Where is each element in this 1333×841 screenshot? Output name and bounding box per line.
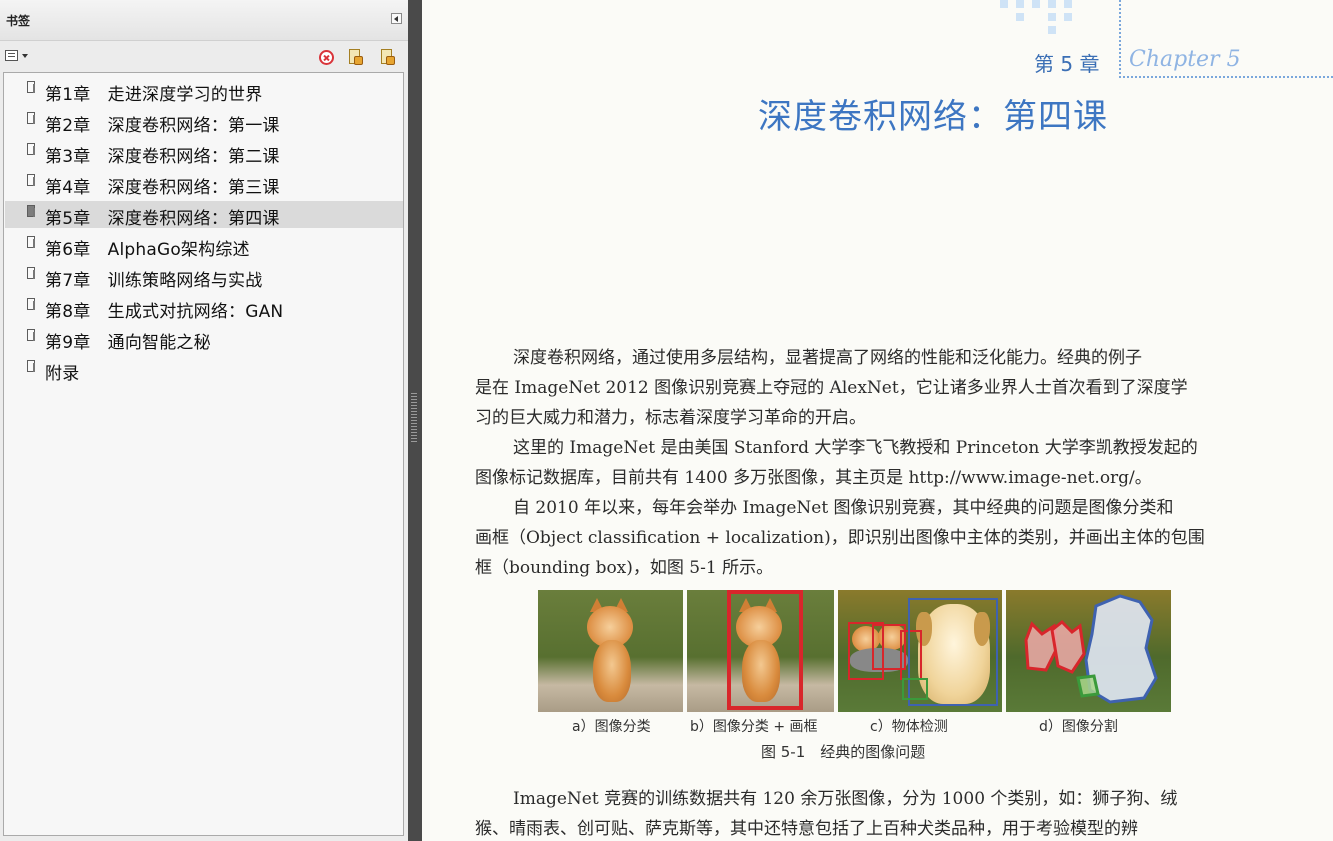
bookmark-label: 第9章 通向智能之秘 — [45, 333, 211, 353]
bookmark-item[interactable]: 第2章 深度卷积网络：第一课 — [5, 108, 403, 136]
bookmark-item[interactable]: 第9章 通向智能之秘 — [5, 325, 403, 353]
decoration-square — [1016, 0, 1024, 8]
figure-caption: b）图像分类 + 画框 — [690, 719, 818, 735]
paragraph-line: 框（bounding box)，如图 5-1 所示。 — [475, 558, 774, 578]
bookmark-item[interactable]: 附录 — [5, 356, 403, 384]
chapter-number: 第 5 章 — [1034, 52, 1100, 76]
bookmark-toolbar — [0, 44, 408, 70]
bookmark-icon — [27, 360, 38, 375]
decoration-square — [1016, 13, 1024, 21]
paragraph-line: 图像标记数据库，目前共有 1400 多万张图像，其主页是 http://www.… — [475, 468, 1152, 488]
expand-bookmark-icon[interactable] — [347, 49, 363, 66]
bookmark-label: 第6章 AlphaGo架构综述 — [45, 240, 250, 260]
chapter-english: Chapter 5 — [1129, 47, 1241, 72]
options-menu-icon[interactable] — [5, 49, 29, 63]
decoration-square — [1032, 0, 1040, 8]
splitter-grip-icon[interactable] — [411, 393, 417, 443]
paragraph-line: 深度卷积网络，通过使用多层结构，显著提高了网络的性能和泛化能力。经典的例子 — [513, 348, 1142, 368]
paragraph-line: 自 2010 年以来，每年会举办 ImageNet 图像识别竞赛，其中经典的问题… — [513, 498, 1174, 518]
decoration-square — [1048, 26, 1056, 34]
bounding-box — [727, 590, 803, 710]
paragraph-line: 习的巨大威力和潜力，标志着深度学习革命的开启。 — [475, 408, 866, 428]
new-bookmark-icon[interactable] — [379, 49, 395, 66]
decoration-square — [1064, 13, 1072, 21]
paragraph-line: 是在 ImageNet 2012 图像识别竞赛上夺冠的 AlexNet，它让诸多… — [475, 378, 1188, 398]
figure-image-classification — [538, 590, 683, 712]
figure-classification-box — [687, 590, 834, 712]
bookmark-label: 第5章 深度卷积网络：第四课 — [45, 209, 280, 229]
bookmark-icon — [27, 112, 38, 127]
dotted-frame-vertical — [1119, 0, 1121, 78]
bookmark-label: 第3章 深度卷积网络：第二课 — [45, 147, 280, 167]
collapse-panel-icon[interactable] — [391, 13, 402, 24]
bookmark-icon — [27, 174, 38, 189]
bookmark-label: 第8章 生成式对抗网络：GAN — [45, 302, 284, 322]
panel-splitter[interactable] — [408, 0, 422, 841]
panel-header: 书签 — [0, 0, 408, 41]
panel-title: 书签 — [6, 14, 31, 28]
figure-title: 图 5-1 经典的图像问题 — [761, 743, 926, 761]
paragraph-line: 这里的 ImageNet 是由美国 Stanford 大学李飞飞教授和 Prin… — [513, 438, 1198, 458]
bookmark-label: 附录 — [45, 364, 80, 384]
bookmark-item[interactable]: 第1章 走进深度学习的世界 — [5, 77, 403, 105]
document-page: 第 5 章 Chapter 5 深度卷积网络：第四课 深度卷积网络，通过使用多层… — [422, 0, 1333, 841]
bookmark-icon — [27, 236, 38, 251]
decoration-square — [1048, 0, 1056, 8]
bookmark-item-selected[interactable]: 第5章 深度卷积网络：第四课 — [5, 201, 403, 229]
figure-segmentation — [1006, 590, 1171, 712]
bookmark-icon — [27, 205, 38, 220]
figure-object-detection — [838, 590, 1002, 712]
bookmark-item[interactable]: 第8章 生成式对抗网络：GAN — [5, 294, 403, 322]
paragraph-line: 画框（Object classification + localization)… — [475, 528, 1205, 548]
bookmark-list: 第1章 走进深度学习的世界 第2章 深度卷积网络：第一课 第3章 深度卷积网络：… — [3, 72, 404, 836]
bookmark-icon — [27, 267, 38, 282]
bookmark-label: 第7章 训练策略网络与实战 — [45, 271, 263, 291]
bookmark-item[interactable]: 第4章 深度卷积网络：第三课 — [5, 170, 403, 198]
decoration-square — [1048, 13, 1056, 21]
bookmarks-panel: 书签 第1章 走进深度学习的世界 第2章 深度卷积网络：第一课 第3章 深度卷积… — [0, 0, 409, 841]
decoration-square — [1064, 0, 1072, 8]
bounding-box — [902, 678, 928, 700]
segmentation-masks — [1024, 594, 1158, 704]
chapter-title: 深度卷积网络：第四课 — [758, 97, 1108, 137]
bookmark-icon — [27, 81, 38, 96]
bookmark-item[interactable]: 第3章 深度卷积网络：第二课 — [5, 139, 403, 167]
bookmark-icon — [27, 298, 38, 313]
paragraph-line: 猴、晴雨表、创可贴、萨克斯等，其中还特意包括了上百种犬类品种，用于考验模型的辨 — [475, 819, 1138, 839]
bookmark-label: 第4章 深度卷积网络：第三课 — [45, 178, 280, 198]
bookmark-item[interactable]: 第6章 AlphaGo架构综述 — [5, 232, 403, 260]
figure-caption: a）图像分类 — [572, 719, 651, 735]
bookmark-icon — [27, 329, 38, 344]
figure-caption: c）物体检测 — [870, 719, 948, 735]
delete-icon[interactable] — [319, 50, 334, 65]
decoration-square — [1000, 0, 1008, 8]
paragraph-line: ImageNet 竞赛的训练数据共有 120 余万张图像，分为 1000 个类别… — [513, 789, 1178, 809]
dotted-frame-horizontal — [1119, 76, 1333, 78]
bookmark-icon — [27, 143, 38, 158]
figure-caption: d）图像分割 — [1039, 719, 1118, 735]
bookmark-label: 第1章 走进深度学习的世界 — [45, 85, 263, 105]
bookmark-item[interactable]: 第7章 训练策略网络与实战 — [5, 263, 403, 291]
bookmark-label: 第2章 深度卷积网络：第一课 — [45, 116, 280, 136]
